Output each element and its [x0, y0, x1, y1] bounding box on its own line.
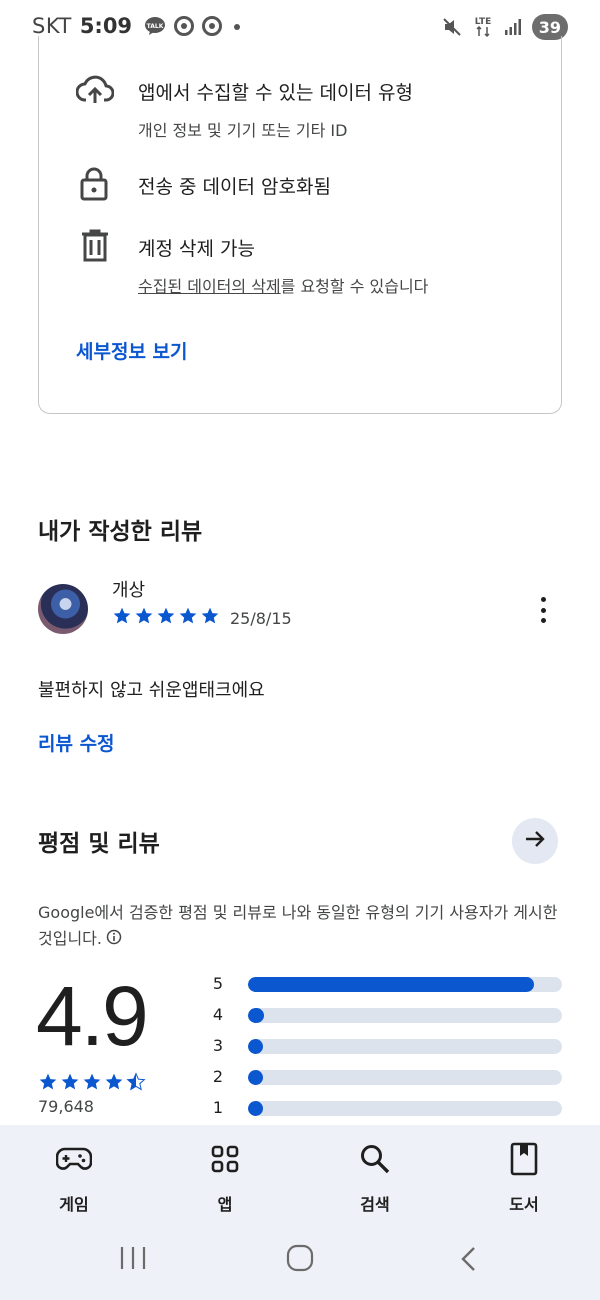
see-details-link[interactable]: 세부정보 보기: [76, 337, 188, 364]
nav-games-label: 게임: [59, 1195, 89, 1214]
star-icon: [104, 1072, 124, 1096]
star-icon: [156, 606, 176, 630]
ratings-description: Google에서 검증한 평점 및 리뷰로 나와 동일한 유형의 기기 사용자가…: [38, 900, 568, 953]
back-icon[interactable]: [458, 1246, 480, 1276]
star-icon: [60, 1072, 80, 1096]
star-icon: [134, 606, 154, 630]
edit-review-link[interactable]: 리뷰 수정: [38, 729, 115, 756]
rating-bar-row: 3: [210, 1036, 562, 1056]
account-deletion-subtitle-rest: 를 요청할 수 있습니다: [280, 277, 429, 296]
avatar[interactable]: [38, 584, 88, 634]
rating-bar-track: [248, 1101, 562, 1116]
rating-bar-label: 4: [212, 1005, 224, 1024]
rating-bar-label: 1: [212, 1098, 224, 1117]
info-icon[interactable]: [106, 927, 122, 953]
data-collected-title: 앱에서 수집할 수 있는 데이터 유형: [138, 82, 413, 104]
review-star-rating: [112, 606, 220, 630]
rating-bar-fill: [248, 1039, 263, 1054]
home-icon[interactable]: [286, 1244, 314, 1276]
mute-icon: [442, 17, 462, 37]
nav-apps-label: 앱: [217, 1195, 233, 1214]
rating-bar-label: 3: [212, 1036, 224, 1055]
reviewer-name: 개상: [112, 580, 146, 601]
star-icon: [82, 1072, 102, 1096]
rating-bar-row: 5: [210, 974, 562, 994]
rating-bar-track: [248, 1039, 562, 1054]
ratings-see-all-button[interactable]: [512, 818, 558, 864]
nav-games[interactable]: 게임: [24, 1139, 124, 1215]
rating-bar-row: 2: [210, 1067, 562, 1087]
talk-icon: TALK: [144, 16, 166, 36]
svg-text:TALK: TALK: [147, 23, 164, 30]
rating-bar-fill: [248, 1070, 263, 1085]
carrier-label: SKT: [32, 14, 72, 38]
lock-icon: [78, 166, 114, 202]
ratings-reviews-title: 평점 및 리뷰: [38, 831, 160, 857]
rating-bar-row: 4: [210, 1005, 562, 1025]
data-collected-subtitle: 개인 정보 및 기기 또는 기타 ID: [138, 121, 348, 140]
rating-bar-track: [248, 977, 562, 992]
average-star-rating: [38, 1072, 146, 1096]
star-icon: [112, 606, 132, 630]
clock: 5:09: [79, 14, 133, 38]
account-deletion-subtitle: 수집된 데이터의 삭제를 요청할 수 있습니다: [138, 273, 428, 297]
book-icon: [504, 1139, 544, 1179]
arrow-right-icon: [523, 827, 547, 855]
nav-apps[interactable]: 앱: [175, 1139, 275, 1215]
star-icon: [200, 606, 220, 630]
rating-bar-row: 1: [210, 1098, 562, 1118]
data-deletion-link[interactable]: 수집된 데이터의 삭제: [138, 277, 281, 296]
star-icon: [178, 606, 198, 630]
apps-grid-icon: [205, 1139, 245, 1179]
encryption-title: 전송 중 데이터 암호화됨: [138, 176, 331, 198]
review-more-options-button[interactable]: [530, 594, 556, 626]
recent-apps-icon[interactable]: [118, 1245, 148, 1275]
rating-bar-label: 2: [212, 1067, 224, 1086]
rating-bar-fill: [248, 1008, 264, 1023]
chrome-icon: [202, 16, 223, 36]
rating-bar-label: 5: [212, 974, 224, 993]
review-date: 25/8/15: [230, 609, 292, 628]
rating-bar-fill: [248, 977, 534, 992]
rating-bar-track: [248, 1008, 562, 1023]
dot-icon: [230, 16, 244, 36]
nav-search-label: 검색: [360, 1195, 390, 1214]
rating-bar-fill: [248, 1101, 263, 1116]
account-deletion-title: 계정 삭제 가능: [138, 238, 255, 260]
rating-bar-track: [248, 1070, 562, 1085]
nav-books-label: 도서: [509, 1195, 539, 1214]
search-icon: [355, 1139, 395, 1179]
average-rating: 4.9: [36, 969, 149, 1063]
cloud-upload-icon: [75, 72, 115, 108]
review-text: 불편하지 않고 쉬운앱태크에요: [38, 680, 265, 701]
trash-icon: [80, 228, 116, 264]
review-count: 79,648: [38, 1097, 94, 1116]
nav-books[interactable]: 도서: [474, 1139, 574, 1215]
bottom-navigation: 게임 앱 검색 도서: [0, 1125, 600, 1300]
more-vert-icon: [540, 597, 546, 602]
signal-icon: [504, 18, 522, 36]
star-icon: [38, 1072, 58, 1096]
my-review-title: 내가 작성한 리뷰: [38, 519, 203, 545]
chrome-icon: [174, 16, 195, 36]
gamepad-icon: [54, 1139, 94, 1179]
svg-text:LTE: LTE: [474, 17, 491, 27]
nav-search[interactable]: 검색: [325, 1139, 425, 1215]
star-icon: [126, 1072, 146, 1096]
